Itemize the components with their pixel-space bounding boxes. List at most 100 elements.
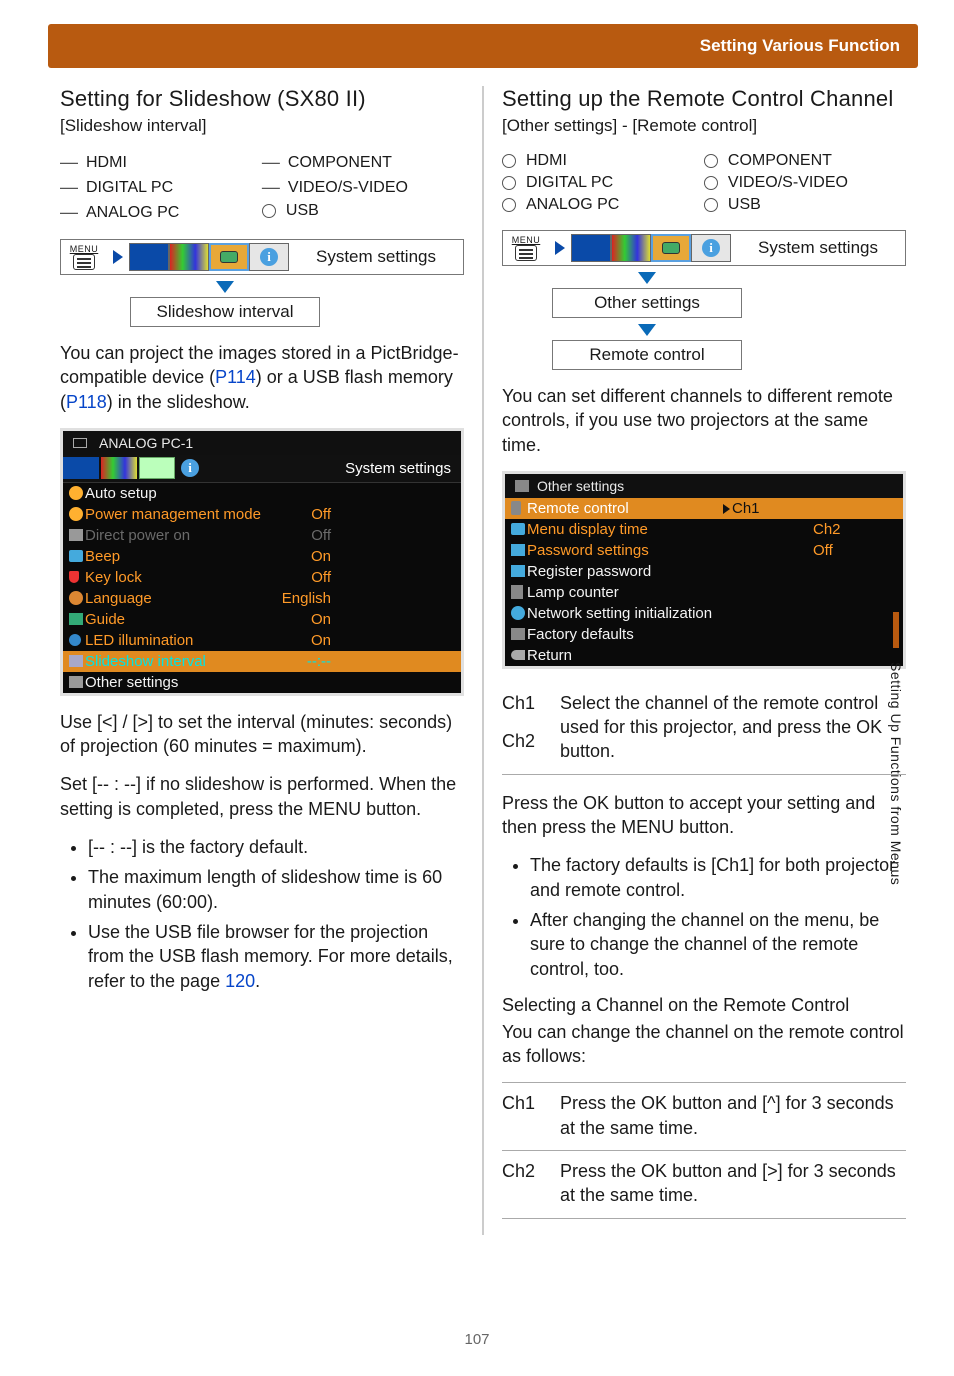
row-icon: [511, 606, 525, 620]
row-icon: [511, 585, 523, 599]
arrow-right-icon: [555, 241, 565, 255]
row-icon: [511, 523, 525, 535]
section-header: Setting Various Function: [48, 24, 918, 68]
input-digital-pc: —DIGITAL PC: [60, 175, 254, 200]
input-hdmi: —HDMI: [60, 150, 254, 175]
dash-icon: —: [262, 152, 278, 173]
left-para-1: You can project the images stored in a P…: [60, 341, 464, 414]
row-label: Other settings: [85, 674, 178, 691]
row-label: Beep: [85, 548, 120, 565]
menu-row: Auto setup: [63, 483, 461, 504]
ok-word: OK: [641, 1161, 667, 1181]
tab-info: i: [249, 243, 289, 271]
row-value: Off: [311, 527, 451, 544]
radio-icon: [262, 204, 276, 218]
arrow-down-icon: [638, 324, 656, 336]
arrow-right-icon: [113, 250, 123, 264]
tab-system: [651, 234, 691, 262]
page-number: 107: [0, 1331, 954, 1348]
nav-strip-r: MENU i System settings: [502, 230, 906, 266]
left-column: Setting for Slideshow (SX80 II) [Slidesh…: [60, 86, 483, 1235]
bullet-item: Use the USB file browser for the project…: [88, 920, 464, 993]
channel-procedure-table: Ch1 Press the OK button and [^] for 3 se…: [502, 1082, 906, 1218]
row-icon: [69, 613, 83, 625]
input-usb: USB: [262, 200, 456, 222]
right-para-2: Press the OK button to accept your setti…: [502, 791, 906, 840]
link-p118[interactable]: P118: [66, 392, 107, 412]
row-icon: [511, 501, 521, 515]
row-ch2: Off: [813, 542, 893, 559]
link-120[interactable]: 120: [225, 971, 255, 991]
row-icon: [69, 591, 83, 605]
tab-display: [571, 234, 611, 262]
row-icon: [69, 655, 83, 667]
radio-icon: [704, 198, 718, 212]
dash-icon: —: [60, 152, 76, 173]
radio-icon: [502, 198, 516, 212]
row-label: Menu display time: [527, 521, 648, 538]
row-icon: [511, 628, 525, 640]
ms-tab-3: [139, 457, 175, 479]
ch1-label: Ch1: [502, 1083, 560, 1151]
bullet-item: After changing the channel on the menu, …: [530, 908, 906, 981]
row-icon: [69, 529, 83, 541]
input-video-svideo: —VIDEO/S-VIDEO: [262, 175, 456, 200]
menu-row: Direct power onOff: [63, 525, 461, 546]
menu-row: Remote controlCh1: [505, 498, 903, 519]
row-value: Off: [311, 569, 451, 586]
menu-button-icon: MENU: [503, 231, 549, 265]
radio-icon: [502, 176, 516, 190]
row-ch2: Ch2: [813, 521, 893, 538]
bullet-item: The maximum length of slideshow time is …: [88, 865, 464, 914]
menu-row: Power management modeOff: [63, 504, 461, 525]
row-label: Language: [85, 590, 152, 607]
bullet-item: The factory defaults is [Ch1] for both p…: [530, 853, 906, 902]
row-label: Power management mode: [85, 506, 261, 523]
row-label: Guide: [85, 611, 125, 628]
row-icon: [511, 650, 525, 660]
table-row: Ch1 Ch2 Select the channel of the remote…: [502, 683, 906, 774]
menu-row: BeepOn: [63, 546, 461, 567]
left-input-list: —HDMI —DIGITAL PC —ANALOG PC —COMPONENT …: [60, 150, 464, 225]
left-heading: Setting for Slideshow (SX80 II): [60, 86, 464, 112]
link-p114[interactable]: P114: [215, 367, 256, 387]
row-label: LED illumination: [85, 632, 193, 649]
nav-strip-label: System settings: [731, 238, 905, 258]
dash-icon: —: [60, 202, 76, 223]
right-input-list: HDMI DIGITAL PC ANALOG PC COMPONENT VIDE…: [502, 150, 906, 216]
row-icon: [69, 634, 81, 646]
ms-tab-title: System settings: [345, 460, 461, 477]
thumb-index-label: Setting Up Functions from Menus: [888, 662, 904, 885]
menu-button-icon: MENU: [61, 240, 107, 274]
radio-icon: [502, 154, 516, 168]
ms-title: Other settings: [505, 474, 903, 498]
menu-row: Password settings Off: [505, 540, 903, 561]
ms-title: ANALOG PC-1: [63, 431, 461, 455]
menu-row: Network setting initialization: [505, 603, 903, 624]
input-video-svideo: VIDEO/S-VIDEO: [704, 172, 898, 194]
ok-word: OK: [583, 793, 609, 813]
row-ch1: Ch1: [723, 500, 803, 517]
ms-tab-bar: i System settings: [63, 455, 461, 483]
row-label: Password settings: [527, 542, 649, 559]
pc-icon: [73, 438, 87, 448]
info-icon: i: [260, 248, 278, 266]
row-label: Register password: [527, 563, 651, 580]
input-digital-pc: DIGITAL PC: [502, 172, 696, 194]
tab-image: [169, 243, 209, 271]
menu-screenshot-other-settings: Other settings Remote controlCh1Menu dis…: [502, 471, 906, 669]
right-subheading: [Other settings] - [Remote control]: [502, 116, 906, 136]
tab-display: [129, 243, 169, 271]
drop-remote-control: Remote control: [552, 340, 742, 370]
right-para-3: You can change the channel on the remote…: [502, 1020, 906, 1069]
menu-row: Slideshow interval--:--: [63, 651, 461, 672]
ms-tab-2: [101, 457, 137, 479]
channel-description-table: Ch1 Ch2 Select the channel of the remote…: [502, 683, 906, 775]
row-label: Key lock: [85, 569, 142, 586]
left-subheading: [Slideshow interval]: [60, 116, 464, 136]
menu-row: Menu display time Ch2: [505, 519, 903, 540]
row-value: --:--: [307, 653, 451, 670]
input-analog-pc: ANALOG PC: [502, 194, 696, 216]
tab-info: i: [691, 234, 731, 262]
arrow-down-icon: [216, 281, 234, 293]
